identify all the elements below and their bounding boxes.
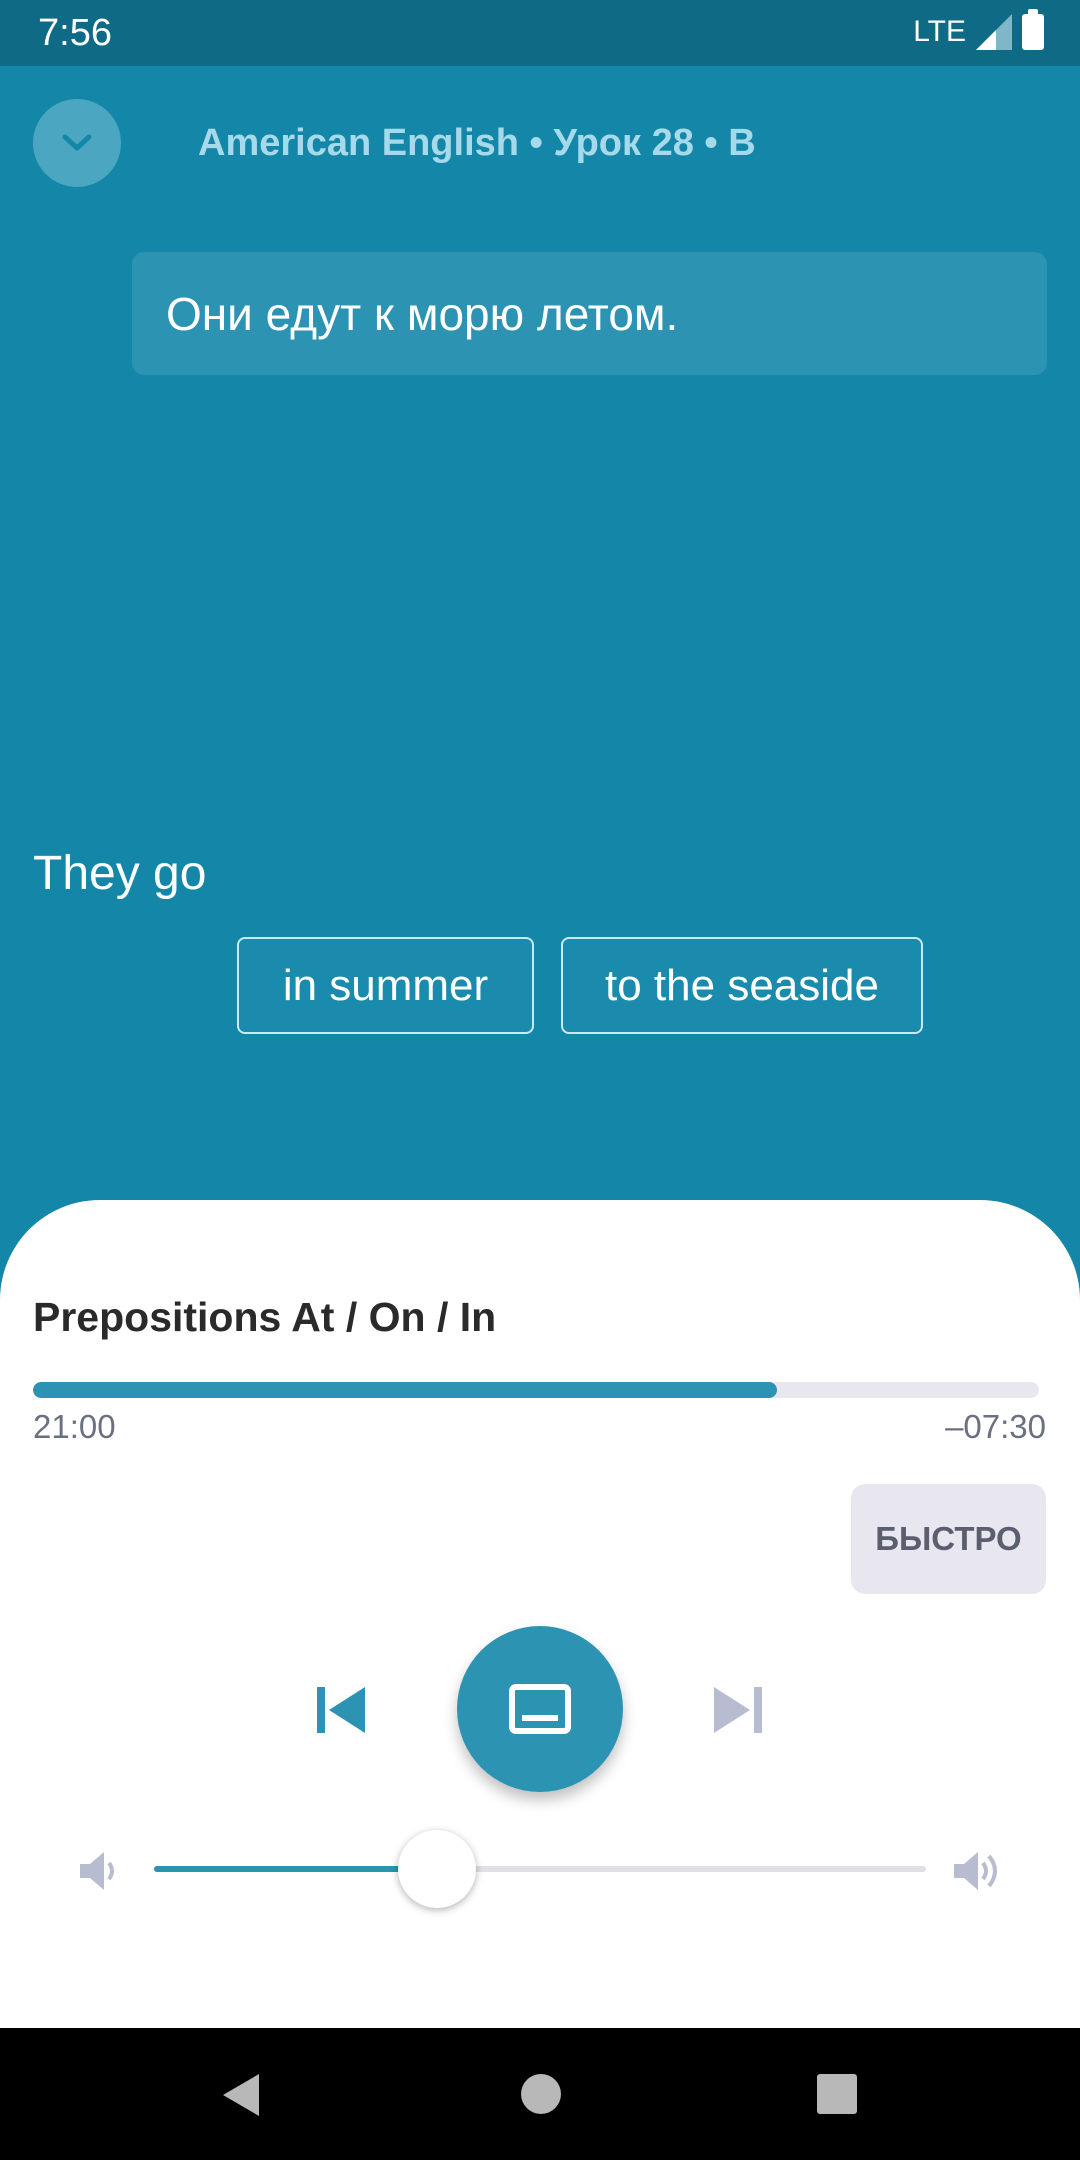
remaining-time: –07:30: [945, 1408, 1046, 1445]
word-chip-to-the-seaside[interactable]: to the seaside: [561, 937, 923, 1034]
subtitles-icon: [509, 1684, 571, 1734]
skip-previous-icon[interactable]: [307, 1675, 377, 1745]
skip-next-icon[interactable]: [702, 1675, 772, 1745]
battery-icon: [1022, 9, 1044, 50]
prompt-bubble: Они едут к морю летом.: [132, 252, 1047, 375]
network-type: LTE: [913, 15, 966, 48]
navigation-bar: [0, 2028, 1080, 2160]
volume-fill: [154, 1866, 438, 1872]
answer-text: They go: [33, 847, 207, 900]
status-time: 7:56: [38, 12, 112, 54]
status-bar: 7:56 LTE: [0, 0, 1080, 66]
recents-icon[interactable]: [817, 2074, 857, 2114]
speed-label: БЫСТРО: [875, 1520, 1022, 1557]
home-icon[interactable]: [521, 2074, 561, 2114]
progress-bar[interactable]: [33, 1382, 1039, 1398]
volume-high-icon: [954, 1852, 997, 1890]
progress-fill: [33, 1382, 778, 1398]
volume-slider[interactable]: [154, 1830, 926, 1908]
signal-icon: [976, 14, 1012, 50]
prompt-text: Они едут к морю летом.: [166, 287, 679, 340]
volume-thumb[interactable]: [398, 1830, 477, 1908]
track-title: Prepositions At / On / In: [33, 1294, 497, 1340]
chevron-down-icon: [62, 134, 92, 151]
status-icons: LTE: [913, 9, 1044, 50]
speed-button[interactable]: БЫСТРО: [851, 1484, 1046, 1594]
player-sheet: Prepositions At / On / In 21:00 –07:30 Б…: [0, 1200, 1080, 2028]
playback-controls: [0, 1626, 1080, 1792]
back-icon[interactable]: [219, 2072, 263, 2118]
lesson-title: American English • Урок 28 • B: [198, 122, 756, 164]
volume-control: [0, 1830, 1080, 1910]
word-chip-in-summer[interactable]: in summer: [237, 937, 534, 1034]
chip-label: to the seaside: [605, 960, 879, 1010]
subtitles-button[interactable]: [457, 1626, 623, 1792]
chip-label: in summer: [282, 960, 489, 1010]
elapsed-time: 21:00: [33, 1408, 116, 1445]
collapse-button[interactable]: [33, 99, 121, 187]
volume-low-icon: [80, 1852, 114, 1890]
